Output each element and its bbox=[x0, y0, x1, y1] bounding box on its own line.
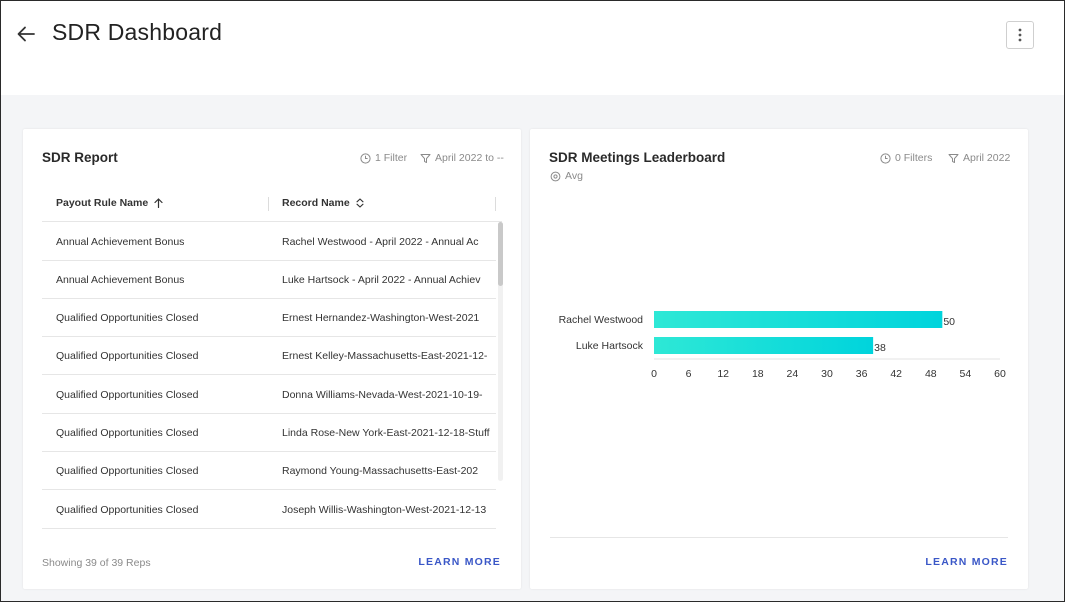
x-tick-label: 0 bbox=[651, 368, 657, 380]
report-filter-count[interactable]: 1 Filter bbox=[360, 152, 407, 164]
record-name-cell: Donna Williams-Nevada-West-2021-10-19- bbox=[282, 389, 483, 401]
table-row[interactable]: Qualified Opportunities Closed Ernest Ke… bbox=[42, 337, 496, 375]
x-tick-label: 48 bbox=[925, 368, 937, 380]
bar-value-label: 50 bbox=[943, 316, 955, 328]
payout-rule-cell: Annual Achievement Bonus bbox=[56, 274, 185, 286]
sdr-report-card: SDR Report 1 Filter April 2022 to -- Pay… bbox=[23, 129, 521, 589]
column-header-record-name[interactable]: Record Name bbox=[282, 197, 364, 209]
x-tick-label: 54 bbox=[960, 368, 972, 380]
report-date-filter[interactable]: April 2022 to -- bbox=[420, 152, 504, 164]
record-name-cell: Joseph Willis-Washington-West-2021-12-13 bbox=[282, 504, 487, 516]
column-header-label: Record Name bbox=[282, 197, 350, 209]
report-footer-count: Showing 39 of 39 Reps bbox=[42, 557, 151, 569]
record-name-cell: Rachel Westwood - April 2022 - Annual Ac bbox=[282, 236, 479, 248]
report-date-filter-label: April 2022 to -- bbox=[435, 152, 504, 164]
leaderboard-card: SDR Meetings Leaderboard 0 Filters April… bbox=[530, 129, 1028, 589]
payout-rule-cell: Qualified Opportunities Closed bbox=[56, 312, 199, 324]
x-tick-label: 60 bbox=[994, 368, 1006, 380]
bar-luke-hartsock[interactable] bbox=[654, 337, 874, 354]
record-name-cell: Raymond Young-Massachusetts-East-202 bbox=[282, 465, 479, 477]
x-tick-label: 24 bbox=[787, 368, 799, 380]
payout-rule-cell: Qualified Opportunities Closed bbox=[56, 350, 199, 362]
arrow-up-icon bbox=[154, 198, 163, 208]
report-table: Payout Rule Name Record Name Annual Achi… bbox=[42, 185, 502, 537]
x-tick-label: 6 bbox=[686, 368, 692, 380]
payout-rule-cell: Qualified Opportunities Closed bbox=[56, 427, 199, 439]
report-learn-more-link[interactable]: LEARN MORE bbox=[418, 556, 501, 568]
column-resize-handle[interactable] bbox=[268, 197, 269, 211]
payout-rule-cell: Qualified Opportunities Closed bbox=[56, 504, 199, 516]
more-options-button[interactable] bbox=[1006, 21, 1034, 49]
table-row[interactable]: Qualified Opportunities Closed Raymond Y… bbox=[42, 452, 496, 490]
page-title: SDR Dashboard bbox=[52, 19, 223, 45]
bar-rachel-westwood[interactable] bbox=[654, 311, 943, 328]
table-row[interactable]: Qualified Opportunities Closed Donna Wil… bbox=[42, 376, 496, 414]
record-name-cell: Linda Rose-New York-East-2021-12-18-Stuf… bbox=[282, 427, 490, 439]
column-header-label: Payout Rule Name bbox=[56, 197, 149, 209]
table-row[interactable]: Qualified Opportunities Closed Ernest He… bbox=[42, 299, 496, 337]
kebab-icon bbox=[1018, 28, 1022, 42]
dashboard-content: SDR Report 1 Filter April 2022 to -- Pay… bbox=[1, 95, 1064, 601]
sort-icon bbox=[356, 198, 364, 208]
leaderboard-bar-chart: Rachel Westwood 50 Luke Hartsock 38 0 6 12 18 24… bbox=[559, 311, 1006, 380]
x-tick-label: 36 bbox=[856, 368, 868, 380]
table-row[interactable]: Qualified Opportunities Closed Linda Ros… bbox=[42, 414, 496, 452]
page-header: SDR Dashboard bbox=[1, 1, 1064, 95]
payout-rule-cell: Qualified Opportunities Closed bbox=[56, 465, 199, 477]
table-row[interactable]: Qualified Opportunities Closed Joseph Wi… bbox=[42, 491, 496, 529]
arrow-left-icon bbox=[17, 26, 35, 42]
x-tick-label: 12 bbox=[717, 368, 729, 380]
category-label: Rachel Westwood bbox=[559, 314, 644, 326]
table-row[interactable]: Annual Achievement Bonus Luke Hartsock -… bbox=[42, 261, 496, 299]
record-name-cell: Ernest Kelley-Massachusetts-East-2021-12… bbox=[282, 350, 488, 362]
table-header: Payout Rule Name Record Name bbox=[42, 185, 502, 222]
category-label: Luke Hartsock bbox=[576, 340, 644, 352]
payout-rule-cell: Annual Achievement Bonus bbox=[56, 236, 185, 248]
table-scrollbar[interactable] bbox=[498, 222, 503, 481]
x-tick-label: 30 bbox=[821, 368, 833, 380]
funnel-icon bbox=[420, 153, 431, 163]
record-name-cell: Luke Hartsock - April 2022 - Annual Achi… bbox=[282, 274, 481, 286]
x-tick-label: 18 bbox=[752, 368, 764, 380]
column-header-payout-rule[interactable]: Payout Rule Name bbox=[56, 197, 163, 209]
bar-value-label: 38 bbox=[874, 342, 886, 354]
app-window: SDR Dashboard SDR Report 1 Filter April … bbox=[0, 0, 1065, 602]
table-row[interactable]: Annual Achievement Bonus Rachel Westwood… bbox=[42, 223, 496, 261]
leaderboard-footer-divider bbox=[550, 537, 1008, 538]
payout-rule-cell: Qualified Opportunities Closed bbox=[56, 389, 199, 401]
column-resize-handle[interactable] bbox=[495, 197, 496, 211]
table-scrollbar-thumb[interactable] bbox=[498, 222, 503, 286]
back-button[interactable] bbox=[14, 22, 38, 46]
clock-icon bbox=[360, 152, 371, 164]
x-tick-label: 42 bbox=[890, 368, 902, 380]
report-title: SDR Report bbox=[42, 150, 118, 165]
record-name-cell: Ernest Hernandez-Washington-West-2021 bbox=[282, 312, 480, 324]
report-filter-count-label: 1 Filter bbox=[375, 152, 408, 164]
leaderboard-learn-more-link[interactable]: LEARN MORE bbox=[925, 556, 1008, 568]
